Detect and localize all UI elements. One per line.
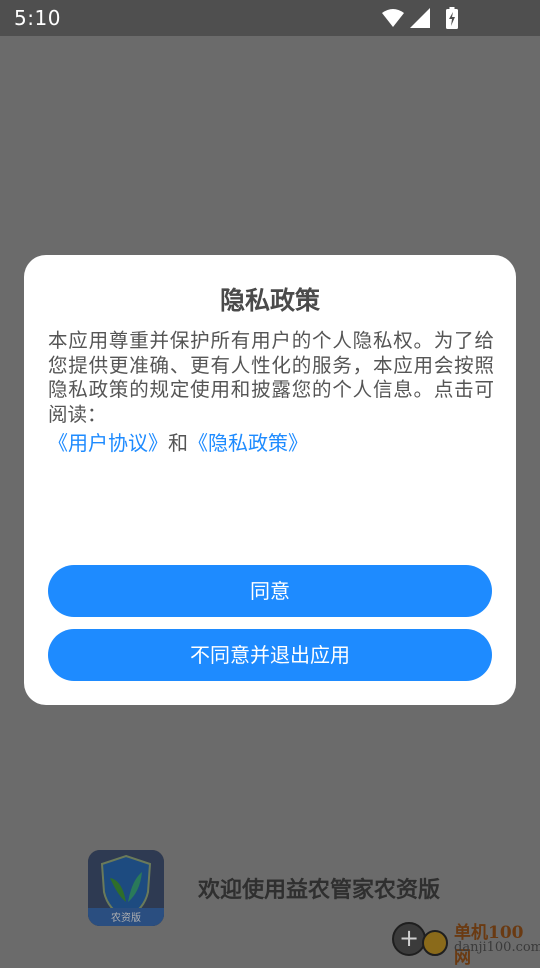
dialog-body-text: 本应用尊重并保护所有用户的个人隐私权。为了给您提供更准确、更有人性化的服务，本应… bbox=[48, 329, 494, 426]
wifi-icon bbox=[382, 9, 404, 27]
policy-links: 《用户协议》和《隐私政策》 bbox=[48, 431, 308, 455]
app-logo: 农资版 bbox=[88, 850, 164, 926]
signal-icon bbox=[410, 8, 430, 28]
disagree-exit-button[interactable]: 不同意并退出应用 bbox=[48, 629, 492, 681]
privacy-dialog: 隐私政策 本应用尊重并保护所有用户的个人隐私权。为了给您提供更准确、更有人性化的… bbox=[24, 255, 516, 705]
link-connector: 和 bbox=[168, 431, 188, 455]
user-agreement-link[interactable]: 《用户协议》 bbox=[48, 431, 168, 455]
privacy-policy-link[interactable]: 《隐私政策》 bbox=[188, 431, 308, 455]
watermark-circle-icon bbox=[422, 930, 448, 956]
status-bar: 5:10 bbox=[0, 0, 540, 36]
watermark-url: danji100.com bbox=[454, 940, 540, 955]
watermark: + 单机100网 danji100.com bbox=[392, 918, 540, 968]
logo-caption: 农资版 bbox=[111, 911, 141, 924]
welcome-text: 欢迎使用益农管家农资版 bbox=[198, 878, 441, 903]
agree-button[interactable]: 同意 bbox=[48, 565, 492, 617]
battery-charging-icon bbox=[446, 7, 458, 29]
shield-leaf-icon: 农资版 bbox=[88, 850, 164, 926]
plus-icon: + bbox=[392, 922, 426, 956]
dialog-title: 隐私政策 bbox=[219, 286, 320, 315]
status-time: 5:10 bbox=[14, 6, 61, 30]
